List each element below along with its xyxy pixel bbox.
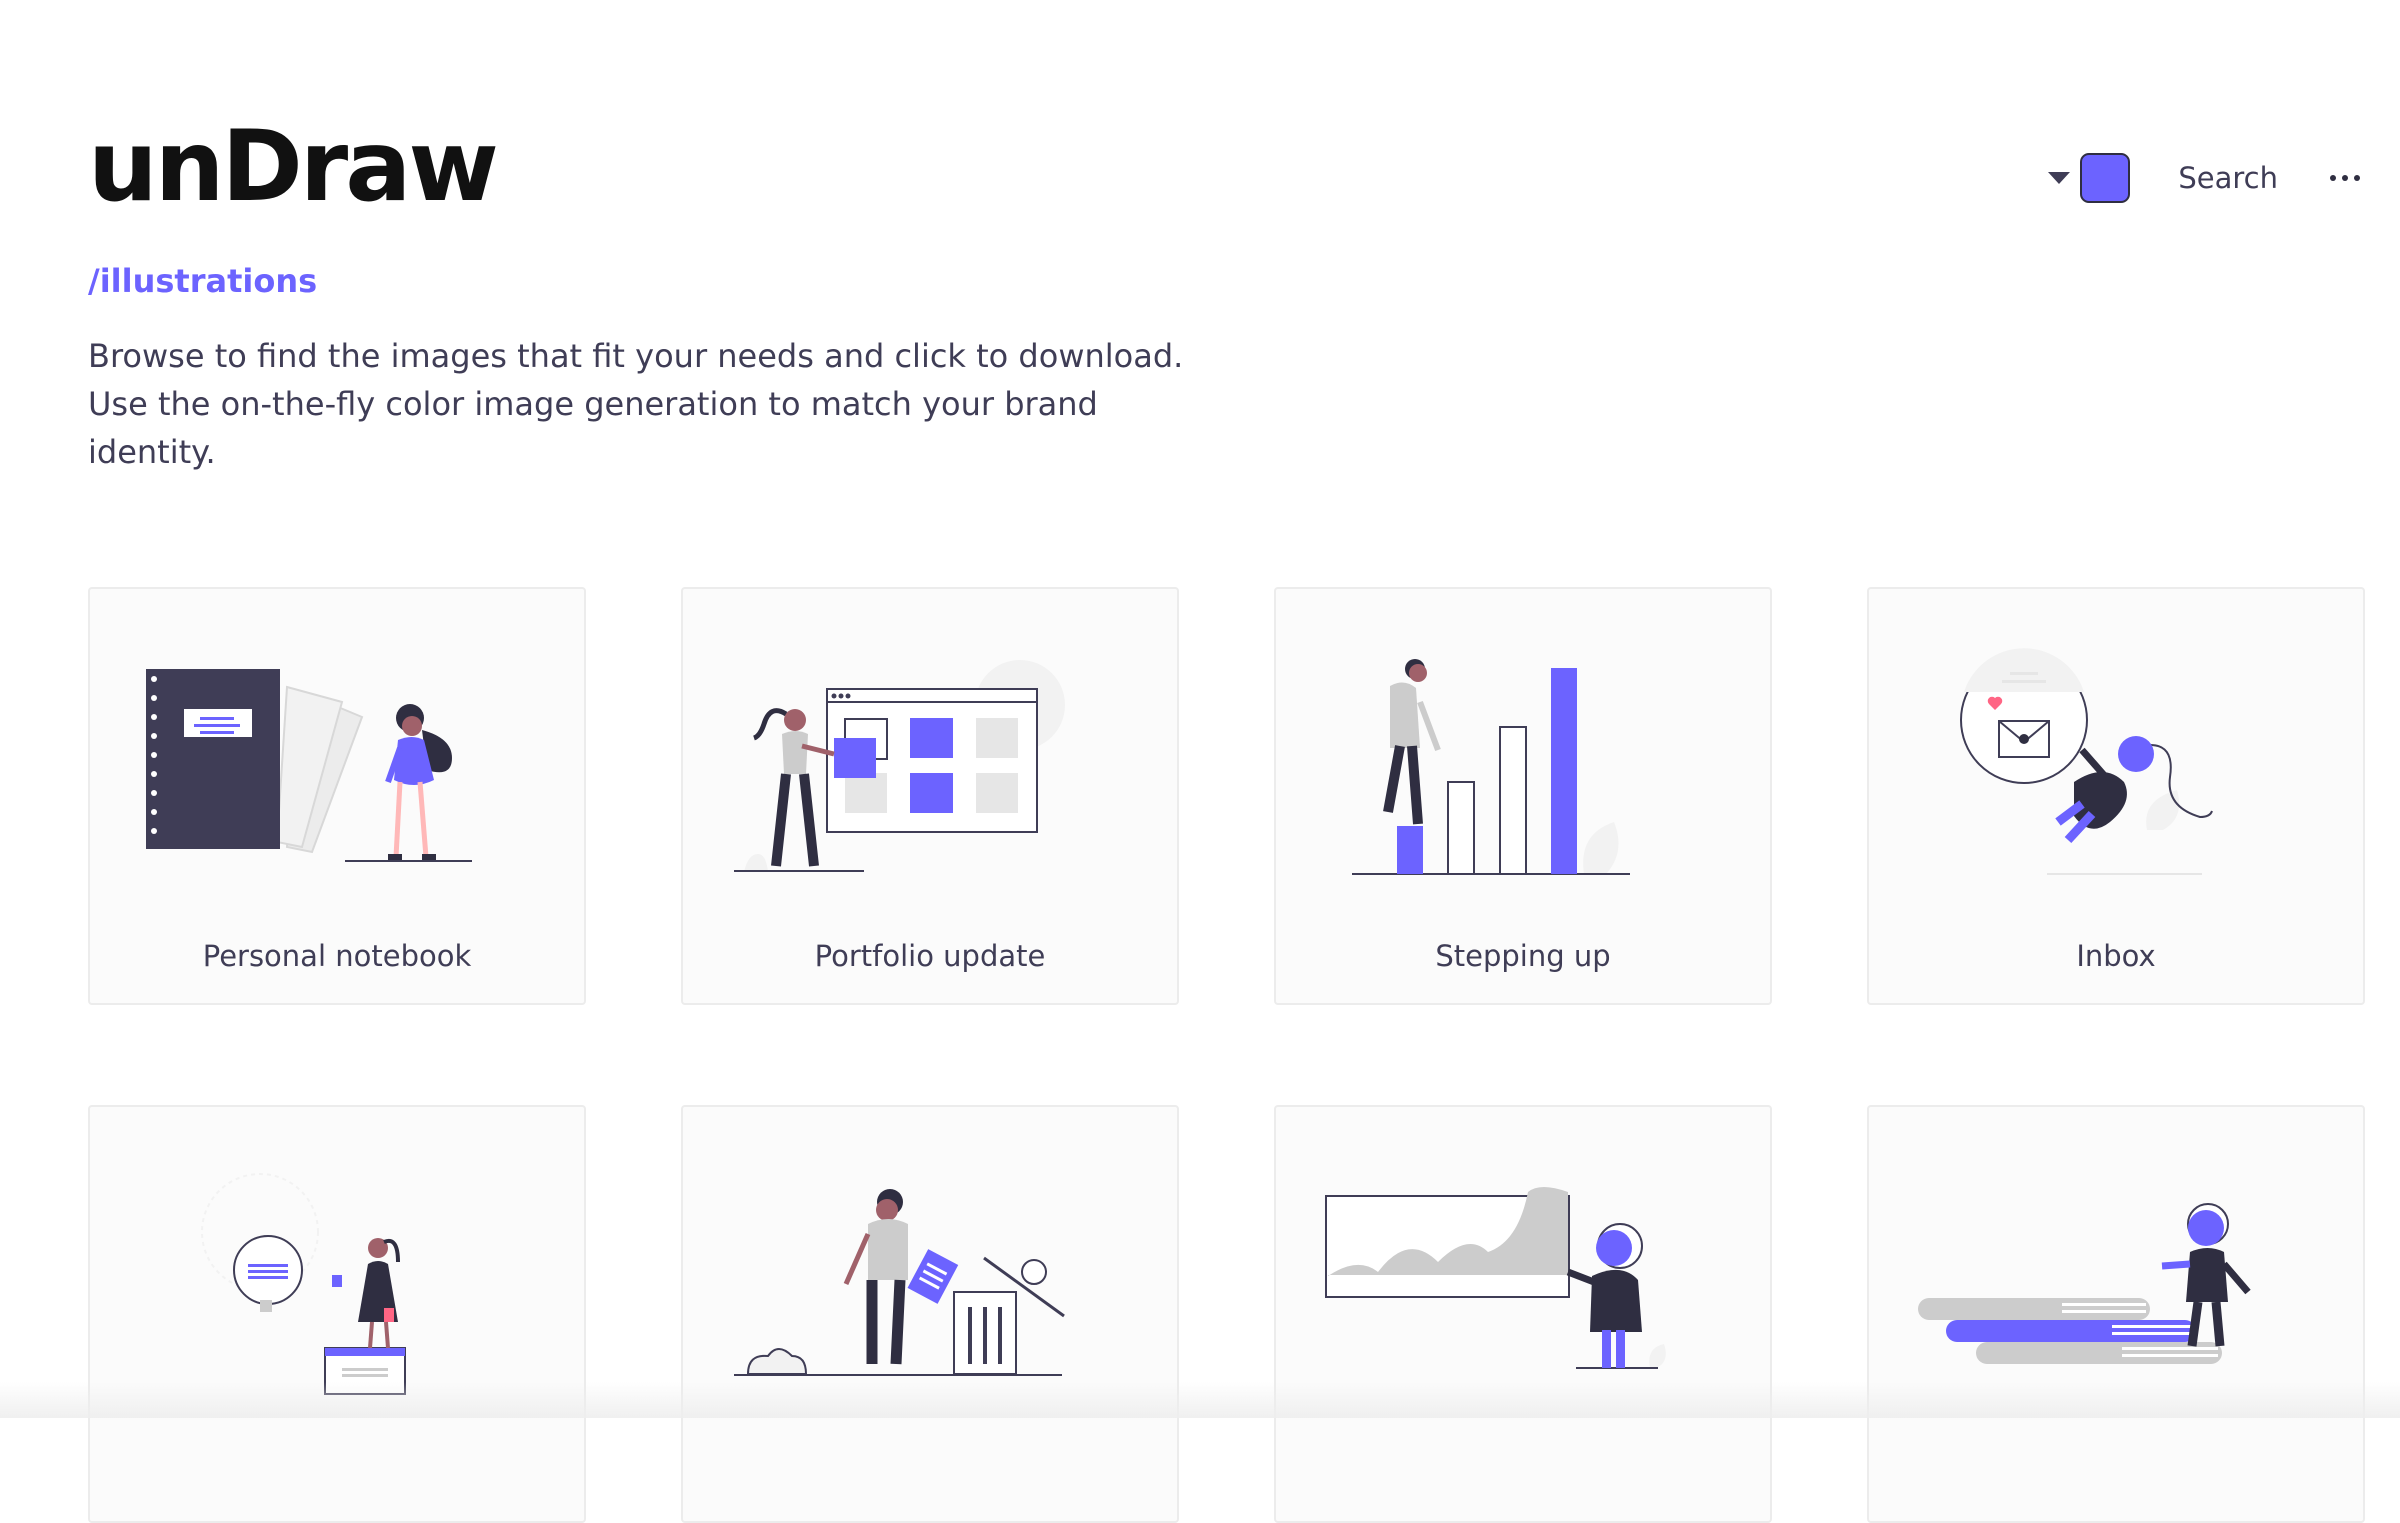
illustration-card[interactable]: Personal notebook <box>88 587 586 1005</box>
intro-text: Browse to find the images that fit your … <box>88 337 1184 471</box>
inbox-illustration <box>1960 648 2213 875</box>
illustration-card[interactable]: Stepping up <box>1274 587 1772 1005</box>
color-picker-swatch[interactable] <box>2080 153 2131 203</box>
illustration-title: Inbox <box>2076 939 2156 973</box>
toolbar: Search <box>2048 150 2360 206</box>
illustration-card[interactable] <box>88 1105 586 1523</box>
illustration-card[interactable] <box>681 1105 1179 1523</box>
illustration-title: Portfolio update <box>814 939 1046 973</box>
illustration-title: Personal notebook <box>202 939 472 973</box>
illustration-title: Stepping up <box>1435 939 1611 973</box>
illustration-card[interactable]: Inbox <box>1867 587 2365 1005</box>
site-logo[interactable]: unDraw <box>88 118 499 216</box>
personal-notebook-illustration <box>146 669 472 862</box>
bottom-fade <box>0 1382 2400 1418</box>
illustration-card[interactable] <box>1867 1105 2365 1523</box>
more-options-icon[interactable] <box>2330 169 2360 187</box>
chevron-down-icon[interactable] <box>2048 172 2071 184</box>
illustration-card[interactable] <box>1274 1105 1772 1523</box>
illustration-card[interactable]: Portfolio update <box>681 587 1179 1005</box>
stepping-up-illustration <box>1352 659 1630 875</box>
breadcrumb[interactable]: /illustrations <box>88 262 317 300</box>
portfolio-update-illustration <box>734 660 1065 872</box>
search-button[interactable]: Search <box>2178 161 2278 195</box>
